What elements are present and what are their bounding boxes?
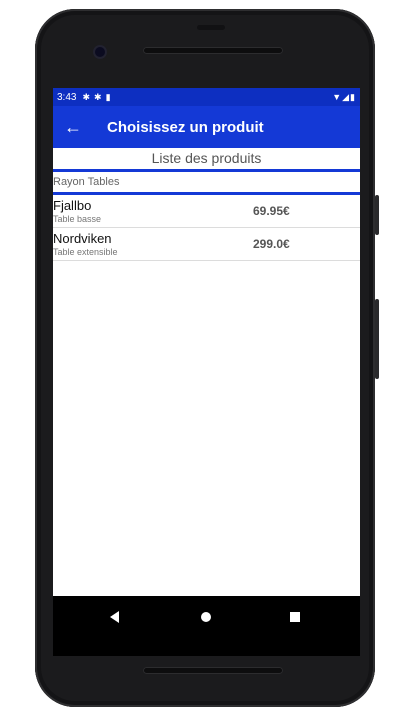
- front-camera-icon: [95, 47, 105, 57]
- section-header: Rayon Tables: [53, 172, 360, 195]
- product-name: Fjallbo: [53, 198, 92, 213]
- status-right-icons: ▼◢▮: [332, 92, 356, 103]
- page: 3:43 ✱ ✱ ▮ ▼◢▮ ← Choisissez un produit L…: [0, 0, 393, 707]
- product-list: Liste des produits Rayon Tables Fjallbo …: [53, 148, 360, 596]
- list-header: Liste des produits: [53, 148, 360, 172]
- page-title: Choisissez un produit: [107, 118, 264, 136]
- settings-icon: ✱: [82, 91, 91, 102]
- list-item[interactable]: Nordviken Table extensible 299.0€: [53, 228, 360, 261]
- signal-icon: ◢: [342, 91, 351, 102]
- phone-screen: 3:43 ✱ ✱ ▮ ▼◢▮ ← Choisissez un produit L…: [53, 88, 360, 656]
- product-name: Nordviken: [53, 231, 112, 246]
- earpiece-speaker: [143, 47, 283, 54]
- settings-icon: ✱: [94, 91, 102, 102]
- product-price: 69.95€: [253, 204, 290, 218]
- top-microphone: [197, 25, 225, 30]
- status-time: 3:43: [57, 91, 77, 103]
- app-bar: ← Choisissez un produit: [53, 106, 360, 148]
- sd-card-icon: ▮: [105, 91, 111, 102]
- battery-icon: ▮: [350, 91, 356, 102]
- wifi-icon: ▼: [332, 91, 343, 102]
- volume-button: [375, 299, 379, 379]
- navigation-bar: [53, 596, 360, 656]
- power-button: [375, 195, 379, 235]
- back-arrow-icon[interactable]: ←: [53, 106, 93, 148]
- home-icon[interactable]: [201, 612, 211, 622]
- back-icon[interactable]: [110, 611, 119, 623]
- product-description: Table extensible: [53, 247, 118, 257]
- product-description: Table basse: [53, 214, 102, 224]
- bottom-speaker: [143, 667, 283, 674]
- product-price: 299.0€: [253, 237, 290, 251]
- status-bar: 3:43 ✱ ✱ ▮ ▼◢▮: [53, 88, 360, 106]
- recents-icon[interactable]: [290, 612, 300, 622]
- list-item[interactable]: Fjallbo Table basse 69.95€: [53, 195, 360, 228]
